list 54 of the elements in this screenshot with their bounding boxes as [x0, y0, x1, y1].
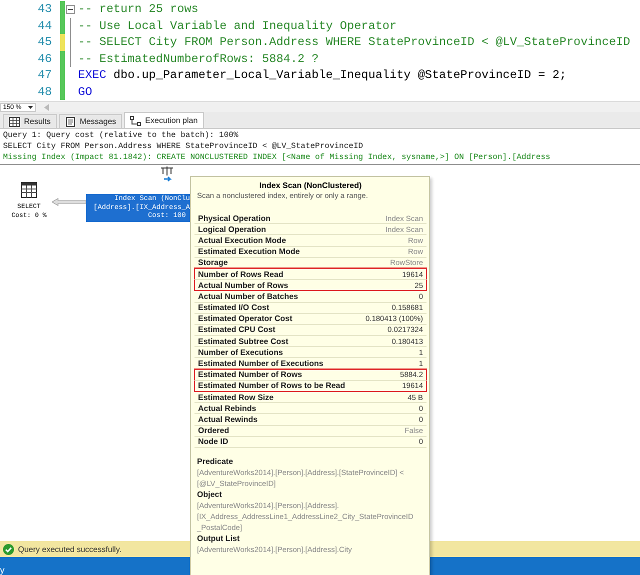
- property-name: Estimated Subtree Cost: [198, 336, 288, 346]
- tab[interactable]: Execution plan: [124, 112, 204, 128]
- property-name: Estimated I/O Cost: [198, 303, 270, 312]
- code-line: EXEC dbo.up_Parameter_Local_Variable_Inequality @StateProvinceID = 2;: [77, 68, 566, 82]
- status-text: y: [0, 565, 4, 575]
- property-name: Estimated Operator Cost: [198, 314, 292, 324]
- line-number: 48: [36, 84, 53, 99]
- plan-header-text: SELECT City FROM Person.Address WHERE StateProvinceID < @LV_StateProvinceID: [2, 141, 364, 152]
- detail-label: Object: [197, 488, 223, 500]
- property-name: Actual Rewinds: [198, 414, 258, 424]
- caret-icon: [28, 106, 33, 108]
- property-name: Number of Executions: [198, 348, 283, 357]
- line-number: 47: [36, 68, 53, 82]
- code-line: GO: [77, 84, 92, 99]
- property-name: Actual Number of Rows: [198, 280, 288, 290]
- tab[interactable]: Messages: [58, 114, 122, 128]
- grid-icon: [9, 116, 20, 126]
- collapse-icon[interactable]: [66, 4, 75, 14]
- property-name: Ordered: [198, 426, 230, 436]
- property-name: Logical Operation: [198, 224, 266, 234]
- index-scan-icon[interactable]: [160, 166, 174, 182]
- line-number: 44: [36, 18, 53, 33]
- document-icon: [64, 116, 76, 126]
- line-number: 46: [36, 52, 53, 66]
- property-name: Estimated Execution Mode: [198, 247, 300, 256]
- code-line: -- SELECT City FROM Person.Address WHERE StateProvinceID < @LV_StateProvinceID: [77, 35, 630, 50]
- flow-arrow: [52, 198, 86, 206]
- property-name: Number of Rows Read: [198, 270, 284, 279]
- line-number: 45: [36, 35, 53, 50]
- property-name: Node ID: [198, 437, 228, 446]
- status-message: Query executed successfully.: [18, 544, 122, 554]
- property-name: Estimated Number of Rows to be Read: [198, 381, 346, 390]
- plan-header-text: Query 1: Query cost (relative to the batch): 100%: [2, 130, 240, 141]
- property-name: Estimated Number of Executions: [198, 359, 324, 368]
- code-line: -- return 25 rows: [77, 2, 198, 16]
- line-number: 43: [36, 2, 53, 16]
- property-name: Actual Rebinds: [198, 404, 256, 413]
- table-icon[interactable]: [21, 182, 37, 198]
- detail-label: Predicate: [197, 456, 234, 467]
- tooltip-title: Index Scan (NonClustered): [258, 180, 363, 191]
- code-line: -- Use Local Variable and Inequality Operator: [77, 18, 397, 33]
- property-name: Estimated CPU Cost: [198, 325, 276, 334]
- property-name: Physical Operation: [198, 214, 270, 223]
- plan-icon: [130, 116, 142, 126]
- code-line: -- EstimatedNumberofRows: 5884.2 ?: [77, 52, 319, 66]
- tab[interactable]: Results: [3, 114, 57, 128]
- property-name: Estimated Number of Rows: [198, 370, 302, 380]
- property-name: Storage: [198, 258, 228, 268]
- property-name: Actual Number of Batches: [198, 292, 298, 301]
- property-name: Estimated Row Size: [198, 392, 274, 402]
- success-check-icon: [3, 544, 14, 554]
- detail-label: Output List: [197, 532, 241, 544]
- plan-header-text: Missing Index (Impact 81.1842): CREATE NONCLUSTERED INDEX [<Name of Missing Index, sysname,>] ON [Person].[Address: [2, 152, 552, 163]
- property-name: Actual Execution Mode: [198, 236, 286, 245]
